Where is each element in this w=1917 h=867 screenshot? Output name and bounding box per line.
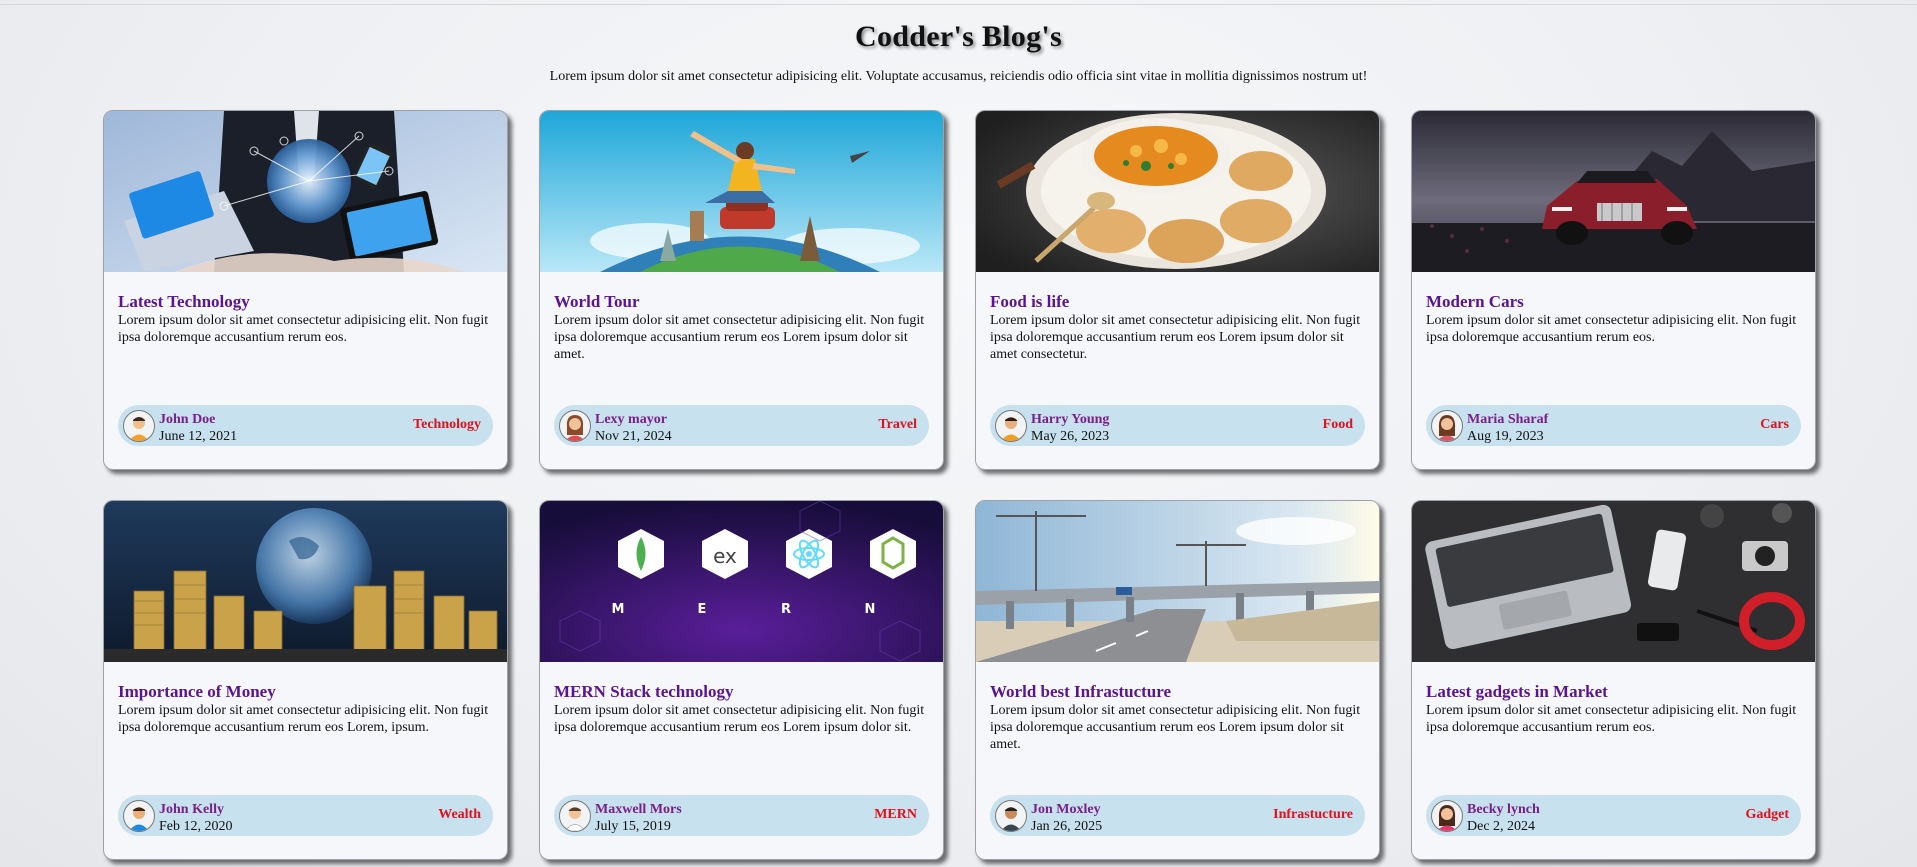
blog-card[interactable]: Modern Cars Lorem ipsum dolor sit amet c… [1411, 110, 1816, 470]
category-tag[interactable]: Gadget [1745, 807, 1789, 823]
category-tag[interactable]: Food [1323, 417, 1353, 433]
author-name[interactable]: Jon Moxley [1031, 802, 1101, 818]
card-excerpt: Lorem ipsum dolor sit amet consectetur a… [554, 703, 925, 735]
card-title[interactable]: World Tour [554, 292, 640, 312]
blog-grid: Latest Technology Lorem ipsum dolor sit … [103, 110, 1816, 860]
avatar [123, 800, 155, 832]
top-divider [0, 4, 1917, 5]
mern-banner-image: ex M E R N [540, 501, 943, 662]
mern-letter-m: M [612, 602, 625, 617]
card-meta: Maria Sharaf Aug 19, 2023 Cars [1426, 405, 1801, 446]
blog-card[interactable]: Latest Technology Lorem ipsum dolor sit … [103, 110, 508, 470]
author-name[interactable]: Maria Sharaf [1467, 412, 1548, 428]
card-meta: Becky lynch Dec 2, 2024 Gadget [1426, 795, 1801, 836]
avatar [1431, 800, 1463, 832]
card-title[interactable]: Modern Cars [1426, 292, 1524, 312]
gadgets-image [1412, 501, 1815, 662]
card-meta: Jon Moxley Jan 26, 2025 Infrastucture [990, 795, 1365, 836]
money-image [104, 501, 507, 662]
card-excerpt: Lorem ipsum dolor sit amet consectetur a… [118, 313, 489, 345]
blog-card[interactable]: Latest gadgets in Market Lorem ipsum dol… [1411, 500, 1816, 860]
avatar [559, 410, 591, 442]
travel-image [540, 111, 943, 272]
card-meta: John Kelly Feb 12, 2020 Wealth [118, 795, 493, 836]
author-name[interactable]: Lexy mayor [595, 412, 667, 428]
avatar [995, 800, 1027, 832]
card-excerpt: Lorem ipsum dolor sit amet consectetur a… [554, 313, 925, 362]
category-tag[interactable]: Wealth [438, 807, 481, 823]
card-excerpt: Lorem ipsum dolor sit amet consectetur a… [1426, 703, 1797, 735]
express-logo-text: ex [713, 544, 737, 568]
author-name[interactable]: John Doe [159, 412, 215, 428]
card-title[interactable]: Latest gadgets in Market [1426, 682, 1608, 702]
author-name[interactable]: Maxwell Mors [595, 802, 682, 818]
category-tag[interactable]: Cars [1760, 417, 1789, 433]
blog-card[interactable]: World Tour Lorem ipsum dolor sit amet co… [539, 110, 944, 470]
infrastructure-image [976, 501, 1379, 662]
avatar [1431, 410, 1463, 442]
post-date: Nov 21, 2024 [595, 429, 672, 444]
card-title[interactable]: MERN Stack technology [554, 682, 733, 702]
blog-card[interactable]: ex M E R N MERN Stack technology Lorem i… [539, 500, 944, 860]
category-tag[interactable]: Infrastucture [1273, 807, 1353, 823]
category-tag[interactable]: Technology [413, 417, 481, 433]
card-meta: Lexy mayor Nov 21, 2024 Travel [554, 405, 929, 446]
author-name[interactable]: Harry Young [1031, 412, 1109, 428]
card-title[interactable]: World best Infrastucture [990, 682, 1171, 702]
card-title[interactable]: Food is life [990, 292, 1069, 312]
post-date: Feb 12, 2020 [159, 819, 233, 834]
post-date: July 15, 2019 [595, 819, 671, 834]
card-excerpt: Lorem ipsum dolor sit amet consectetur a… [990, 313, 1361, 362]
blog-card[interactable]: Food is life Lorem ipsum dolor sit amet … [975, 110, 1380, 470]
page-subtitle: Lorem ipsum dolor sit amet consectetur a… [549, 69, 1368, 84]
author-name[interactable]: Becky lynch [1467, 802, 1540, 818]
card-excerpt: Lorem ipsum dolor sit amet consectetur a… [990, 703, 1361, 752]
card-meta: Maxwell Mors July 15, 2019 MERN [554, 795, 929, 836]
blog-card[interactable]: Importance of Money Lorem ipsum dolor si… [103, 500, 508, 860]
car-image [1412, 111, 1815, 272]
post-date: June 12, 2021 [159, 429, 238, 444]
post-date: Jan 26, 2025 [1031, 819, 1103, 834]
technology-image [104, 111, 507, 272]
mern-letter-r: R [781, 602, 791, 617]
post-date: May 26, 2023 [1031, 429, 1110, 444]
avatar [123, 410, 155, 442]
card-meta: Harry Young May 26, 2023 Food [990, 405, 1365, 446]
category-tag[interactable]: MERN [874, 807, 917, 823]
card-title[interactable]: Importance of Money [118, 682, 276, 702]
avatar [995, 410, 1027, 442]
post-date: Dec 2, 2024 [1467, 819, 1536, 834]
blog-card[interactable]: World best Infrastucture Lorem ipsum dol… [975, 500, 1380, 860]
author-name[interactable]: John Kelly [159, 802, 224, 818]
category-tag[interactable]: Travel [878, 417, 917, 433]
post-date: Aug 19, 2023 [1467, 429, 1544, 444]
card-title[interactable]: Latest Technology [118, 292, 250, 312]
page-title: Codder's Blog's [854, 20, 1063, 53]
card-excerpt: Lorem ipsum dolor sit amet consectetur a… [118, 703, 489, 735]
food-image [976, 111, 1379, 272]
card-meta: John Doe June 12, 2021 Technology [118, 405, 493, 446]
card-excerpt: Lorem ipsum dolor sit amet consectetur a… [1426, 313, 1797, 345]
mern-letter-n: N [865, 602, 876, 617]
avatar [559, 800, 591, 832]
mern-letter-e: E [698, 602, 707, 617]
